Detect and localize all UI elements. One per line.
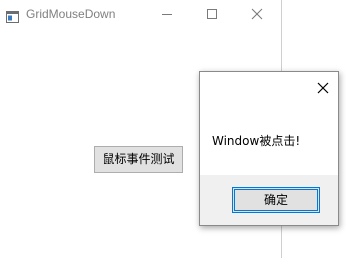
minimize-icon xyxy=(162,14,172,15)
close-button[interactable] xyxy=(235,0,280,30)
maximize-icon xyxy=(207,9,217,19)
maximize-button[interactable] xyxy=(190,0,235,30)
close-icon xyxy=(317,82,329,94)
title-bar[interactable]: GridMouseDown xyxy=(0,0,281,30)
dialog-footer: 确定 xyxy=(200,175,338,225)
dialog-close-button[interactable] xyxy=(316,80,330,94)
ok-button[interactable]: 确定 xyxy=(232,187,320,213)
minimize-button[interactable] xyxy=(145,0,190,30)
window-title: GridMouseDown xyxy=(26,7,116,21)
message-box: Window被点击! 确定 xyxy=(199,71,339,226)
dialog-message: Window被点击! xyxy=(212,134,301,148)
app-window-icon xyxy=(6,8,19,23)
close-icon xyxy=(251,8,263,20)
mouse-event-test-button[interactable]: 鼠标事件测试 xyxy=(94,146,183,173)
